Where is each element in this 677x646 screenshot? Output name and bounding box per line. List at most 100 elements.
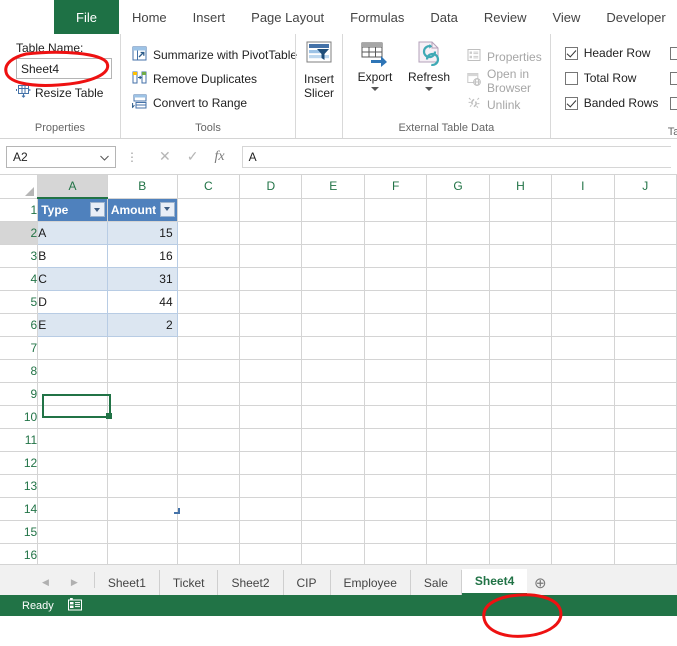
cell-d13[interactable] <box>239 474 303 498</box>
select-all-corner[interactable] <box>0 175 39 199</box>
cell-c10[interactable] <box>177 405 241 429</box>
formula-bar-drag-handle[interactable]: ⋮ <box>122 150 142 164</box>
cell-c4[interactable] <box>177 267 241 291</box>
column-header-j[interactable]: J <box>614 175 677 199</box>
cell-a9[interactable] <box>37 382 108 406</box>
cell-i10[interactable] <box>551 405 615 429</box>
cell-e3[interactable] <box>301 244 365 268</box>
cell-c16[interactable] <box>177 543 241 564</box>
cell-a2[interactable]: A <box>37 221 108 245</box>
row-header-10[interactable]: 10 <box>0 405 39 429</box>
ribbon-tab-home[interactable]: Home <box>119 0 180 34</box>
cell-a15[interactable] <box>37 520 108 544</box>
cell-h3[interactable] <box>489 244 553 268</box>
cell-e14[interactable] <box>301 497 365 521</box>
cell-a14[interactable] <box>37 497 108 521</box>
column-header-i[interactable]: I <box>551 175 615 199</box>
checkbox-banded-rows[interactable]: Banded Rows <box>564 92 658 114</box>
cell-a16[interactable] <box>37 543 108 564</box>
row-header-9[interactable]: 9 <box>0 382 39 406</box>
cell-h10[interactable] <box>489 405 553 429</box>
cell-e12[interactable] <box>301 451 365 475</box>
convert-to-range-button[interactable]: Convert to Range <box>130 91 297 115</box>
cell-b13[interactable] <box>107 474 178 498</box>
cell-d9[interactable] <box>239 382 303 406</box>
cell-i15[interactable] <box>551 520 615 544</box>
cell-f12[interactable] <box>364 451 428 475</box>
formula-input[interactable]: A <box>241 145 671 168</box>
cell-b10[interactable] <box>107 405 178 429</box>
cell-e5[interactable] <box>301 290 365 314</box>
cell-j4[interactable] <box>614 267 677 291</box>
cell-b3[interactable]: 16 <box>107 244 178 268</box>
row-header-4[interactable]: 4 <box>0 267 39 291</box>
row-header-1[interactable]: 1 <box>0 198 39 222</box>
cell-b9[interactable] <box>107 382 178 406</box>
row-header-11[interactable]: 11 <box>0 428 39 452</box>
cell-b4[interactable]: 31 <box>107 267 178 291</box>
cell-g2[interactable] <box>426 221 490 245</box>
sheet-tab-ticket[interactable]: Ticket <box>160 570 219 595</box>
cell-j7[interactable] <box>614 336 677 360</box>
row-header-14[interactable]: 14 <box>0 497 39 521</box>
cell-c5[interactable] <box>177 290 241 314</box>
cell-a6[interactable]: E <box>37 313 108 337</box>
sheet-tab-sheet4[interactable]: Sheet4 <box>461 569 528 595</box>
cell-h16[interactable] <box>489 543 553 564</box>
cell-e9[interactable] <box>301 382 365 406</box>
cell-f3[interactable] <box>364 244 428 268</box>
checkbox-banded-columns[interactable] <box>670 92 677 114</box>
cell-d3[interactable] <box>239 244 303 268</box>
cell-d11[interactable] <box>239 428 303 452</box>
cell-b8[interactable] <box>107 359 178 383</box>
cell-d5[interactable] <box>239 290 303 314</box>
export-dropdown-caret-icon[interactable] <box>371 87 380 91</box>
cell-g1[interactable] <box>426 198 490 222</box>
table-resize-handle[interactable] <box>174 508 180 514</box>
cell-d7[interactable] <box>239 336 303 360</box>
cell-c2[interactable] <box>177 221 241 245</box>
cell-j8[interactable] <box>614 359 677 383</box>
column-header-d[interactable]: D <box>239 175 303 199</box>
cell-f7[interactable] <box>364 336 428 360</box>
cell-e11[interactable] <box>301 428 365 452</box>
filter-dropdown-type-icon[interactable] <box>89 202 105 217</box>
cell-j13[interactable] <box>614 474 677 498</box>
checkbox-header-row[interactable]: Header Row <box>564 42 659 64</box>
cell-i8[interactable] <box>551 359 615 383</box>
cell-d16[interactable] <box>239 543 303 564</box>
cell-g15[interactable] <box>426 520 490 544</box>
column-header-f[interactable]: F <box>364 175 428 199</box>
row-header-6[interactable]: 6 <box>0 313 39 337</box>
cell-g16[interactable] <box>426 543 490 564</box>
sheet-nav-next-icon[interactable]: ▶ <box>71 577 78 588</box>
cell-g5[interactable] <box>426 290 490 314</box>
insert-function-icon[interactable]: fx <box>214 149 224 165</box>
cell-b6[interactable]: 2 <box>107 313 178 337</box>
sheet-tab-sheet2[interactable]: Sheet2 <box>218 570 284 595</box>
row-header-5[interactable]: 5 <box>0 290 39 314</box>
cell-e2[interactable] <box>301 221 365 245</box>
ribbon-tab-formulas[interactable]: Formulas <box>337 0 417 34</box>
cell-h11[interactable] <box>489 428 553 452</box>
cell-f11[interactable] <box>364 428 428 452</box>
cell-c11[interactable] <box>177 428 241 452</box>
cell-c1[interactable] <box>177 198 241 222</box>
cell-h15[interactable] <box>489 520 553 544</box>
cell-d4[interactable] <box>239 267 303 291</box>
cell-c7[interactable] <box>177 336 241 360</box>
cell-i16[interactable] <box>551 543 615 564</box>
cell-h7[interactable] <box>489 336 553 360</box>
cell-h1[interactable] <box>489 198 553 222</box>
cell-f2[interactable] <box>364 221 428 245</box>
row-header-12[interactable]: 12 <box>0 451 39 475</box>
cell-i12[interactable] <box>551 451 615 475</box>
cell-h4[interactable] <box>489 267 553 291</box>
cell-e15[interactable] <box>301 520 365 544</box>
banded-rows-checkbox-icon[interactable] <box>564 96 578 110</box>
cell-g8[interactable] <box>426 359 490 383</box>
cell-c9[interactable] <box>177 382 241 406</box>
cell-a8[interactable] <box>37 359 108 383</box>
cell-b14[interactable] <box>107 497 178 521</box>
cell-j9[interactable] <box>614 382 677 406</box>
